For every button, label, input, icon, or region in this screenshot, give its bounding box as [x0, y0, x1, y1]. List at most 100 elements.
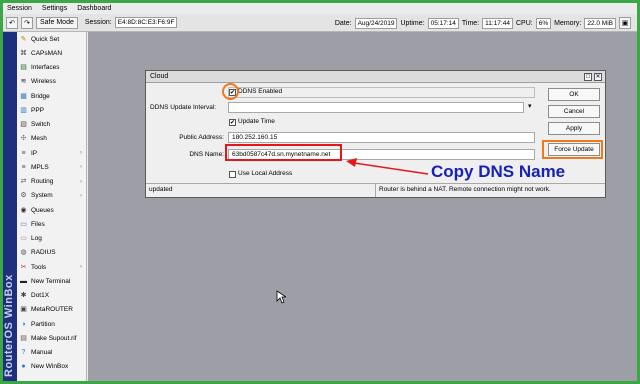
partition-icon: ◑	[21, 320, 26, 328]
sidebar-item-dot1x[interactable]: ✱ Dot1X	[17, 289, 86, 303]
maximize-icon[interactable]: □	[584, 73, 592, 81]
close-icon[interactable]: ✕	[594, 73, 602, 81]
session-field: E4:8D:8C:E3:F6:9F	[114, 17, 178, 28]
sidebar-item-radius[interactable]: ◍ RADIUS	[17, 246, 86, 260]
dns-name-highlight	[225, 144, 342, 161]
sidebar-item-metarouter[interactable]: ▣ MetaROUTER	[17, 303, 86, 317]
apply-button[interactable]: Apply	[548, 122, 600, 135]
tools-icon: ✂	[20, 263, 27, 271]
sidebar-item-quick-set[interactable]: ✎ Quick Set	[17, 32, 86, 46]
sidebar-item-new-terminal[interactable]: ▬ New Terminal	[17, 274, 86, 288]
cpu-value: 6%	[535, 17, 552, 29]
cancel-button[interactable]: Cancel	[548, 105, 600, 118]
sidebar-item-partition[interactable]: ◑ Partition	[17, 317, 86, 331]
sidebar-item-label: MetaROUTER	[31, 306, 73, 314]
update-interval-label: DDNS Update Interval:	[150, 104, 217, 111]
redo-button[interactable]: ↷	[21, 16, 33, 29]
memory-label: Memory:	[554, 19, 582, 27]
sidebar-item-log[interactable]: ▭ Log	[17, 232, 86, 246]
sidebar-item-label: Mesh	[31, 135, 47, 143]
submenu-arrow-icon: ›	[80, 192, 82, 199]
submenu-arrow-icon: ›	[80, 178, 82, 185]
ddns-checkbox-highlight	[222, 83, 239, 100]
menubar: Session Settings Dashboard	[3, 3, 637, 14]
sidebar-item-ppp[interactable]: ▥ PPP	[17, 103, 86, 117]
dns-name-label: DNS Name:	[189, 151, 224, 158]
sidebar-item-label: Routing	[31, 178, 54, 186]
sidebar-item-queues[interactable]: ◉ Queues	[17, 203, 86, 217]
sidebar-item-label: IP	[31, 149, 38, 157]
banner-text: RouterOS WinBox	[3, 274, 15, 377]
sidebar-item-switch[interactable]: ▧ Switch	[17, 118, 86, 132]
supout-icon: ▤	[20, 334, 27, 342]
status-right: Router is behind a NAT. Remote connectio…	[379, 186, 551, 193]
sidebar-item-bridge[interactable]: ▦ Bridge	[17, 89, 86, 103]
sidebar-item-label: Queues	[31, 206, 54, 214]
update-time-checkbox[interactable]: ✔	[229, 119, 236, 126]
update-time-label: Update Time	[238, 118, 275, 125]
sidebar-item-wireless[interactable]: ≋ Wireless	[17, 75, 86, 89]
routing-icon: ⇄	[20, 178, 27, 186]
sidebar-item-label: Files	[31, 220, 45, 228]
sidebar-item-interfaces[interactable]: ▤ Interfaces	[17, 61, 86, 75]
force-update-highlight	[542, 140, 603, 159]
sidebar-item-label: Log	[31, 235, 42, 243]
submenu-arrow-icon: ›	[80, 164, 82, 171]
uptime-label: Uptime:	[400, 19, 425, 27]
sidebar-item-mpls[interactable]: ≡ MPLS ›	[17, 160, 86, 174]
sidebar-item-label: Tools	[31, 263, 47, 271]
memory-value: 22.0 MiB	[584, 17, 616, 29]
session-label: Session:	[84, 19, 112, 26]
winbox-icon: ●	[21, 363, 26, 371]
menu-settings[interactable]: Settings	[42, 5, 67, 12]
sidebar-item-mesh[interactable]: ✣ Mesh	[17, 132, 86, 146]
wireless-icon: ≋	[20, 78, 27, 86]
toolbar: ↶ ↷ Safe Mode Session: E4:8D:8C:E3:F6:9F…	[3, 14, 637, 32]
date-value: Aug/24/2019	[354, 17, 398, 29]
sidebar-item-ip[interactable]: ≡ IP ›	[17, 146, 86, 160]
winbox-banner: RouterOS WinBox	[3, 32, 17, 381]
dialog-titlebar[interactable]: Cloud	[146, 71, 605, 83]
dropdown-arrow-icon[interactable]: ▾	[528, 102, 532, 110]
sidebar-item-new-winbox[interactable]: ● New WinBox	[17, 360, 86, 374]
sidebar-item-system[interactable]: ⚙ System ›	[17, 189, 86, 203]
menu-dashboard[interactable]: Dashboard	[77, 5, 111, 12]
sidebar-item-label: RADIUS	[31, 249, 56, 257]
terminal-icon: ▬	[20, 277, 27, 285]
ok-button[interactable]: OK	[548, 88, 600, 101]
log-icon: ▭	[20, 235, 27, 243]
sidebar-item-label: PPP	[31, 106, 45, 114]
update-interval-input[interactable]	[228, 102, 524, 113]
submenu-arrow-icon: ›	[80, 264, 82, 271]
menu-session[interactable]: Session	[7, 5, 32, 12]
radius-icon: ◍	[20, 249, 27, 257]
sidebar-item-label: Quick Set	[31, 35, 60, 43]
sidebar-item-label: Make Supout.rif	[31, 334, 77, 342]
use-local-address-checkbox[interactable]	[229, 171, 236, 178]
annotation-label: Copy DNS Name	[431, 162, 566, 181]
sidebar-item-capsman[interactable]: ⌘ CAPsMAN	[17, 46, 86, 60]
system-icon: ⚙	[20, 192, 27, 200]
public-address-field[interactable]: 180.252.160.15	[228, 132, 535, 143]
sidebar-item-make-supout-rif[interactable]: ▤ Make Supout.rif	[17, 331, 86, 345]
sidebar-item-label: Manual	[31, 349, 53, 357]
sidebar-item-label: Wireless	[31, 78, 56, 86]
lock-icon[interactable]: ▣	[619, 17, 631, 29]
mouse-cursor-icon	[276, 290, 286, 304]
undo-button[interactable]: ↶	[6, 16, 18, 29]
sidebar-item-label: Dot1X	[31, 292, 50, 300]
date-label: Date:	[334, 19, 352, 27]
annotation-arrow-icon	[346, 158, 429, 175]
dialog-title: Cloud	[150, 73, 169, 80]
sidebar-item-files[interactable]: ▭ Files	[17, 217, 86, 231]
use-local-address-label: Use Local Address	[238, 170, 293, 177]
time-value: 11:17:44	[482, 17, 513, 29]
safe-mode-button[interactable]: Safe Mode	[36, 16, 78, 29]
sidebar-item-tools[interactable]: ✂ Tools ›	[17, 260, 86, 274]
cpu-label: CPU:	[515, 19, 533, 27]
files-icon: ▭	[20, 220, 27, 228]
dialog-window-controls: □ ✕	[584, 73, 602, 81]
sidebar-item-routing[interactable]: ⇄ Routing ›	[17, 175, 86, 189]
sidebar-item-label: New Terminal	[31, 277, 71, 285]
sidebar-item-manual[interactable]: ? Manual	[17, 346, 86, 360]
